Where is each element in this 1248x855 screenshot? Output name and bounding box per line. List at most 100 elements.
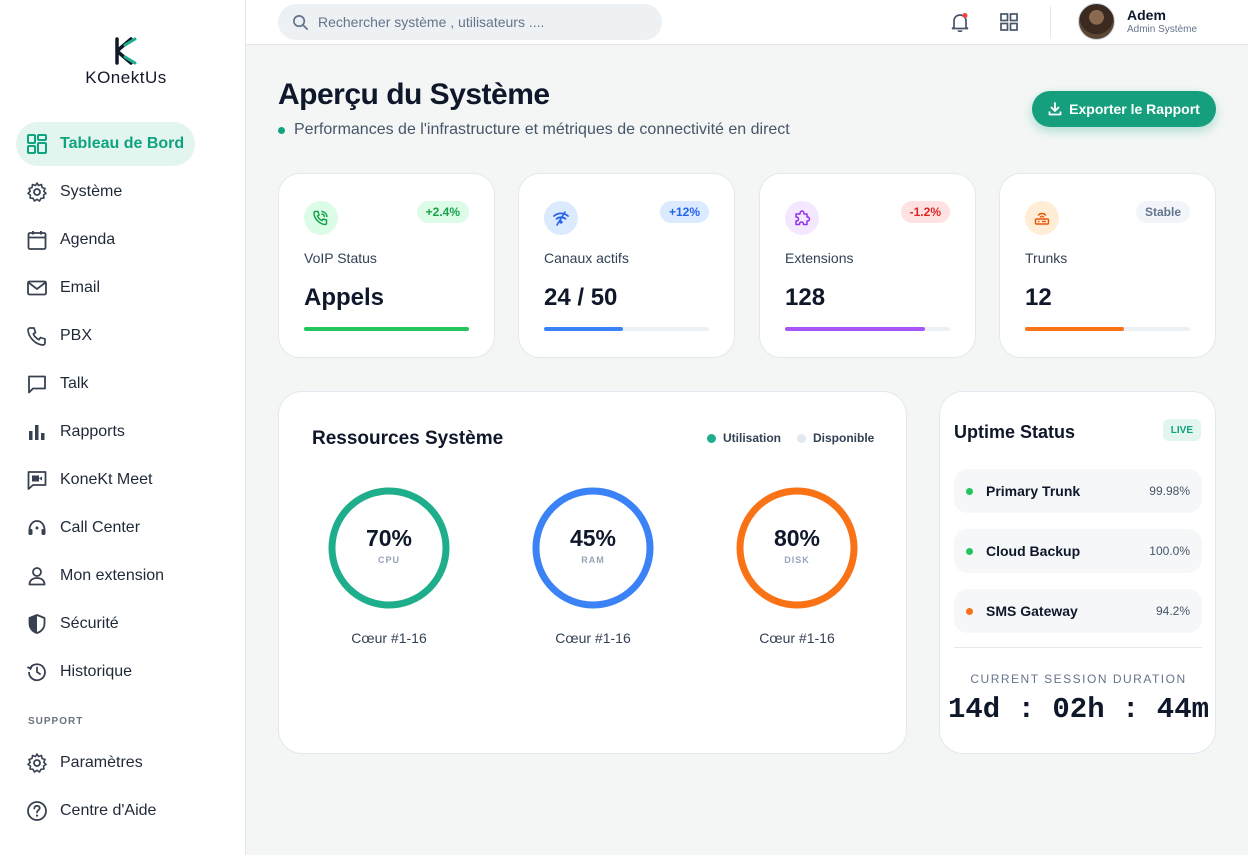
- disk-gauge: 80% DISK: [734, 485, 860, 611]
- avatar[interactable]: [1078, 3, 1115, 40]
- gauge-label: CPU: [377, 555, 400, 565]
- sidebar-item-securite[interactable]: Sécurité: [16, 602, 119, 646]
- sidebar-item-call-center[interactable]: Call Center: [16, 506, 140, 550]
- download-icon: [1048, 102, 1062, 116]
- gauge-value: 45%: [569, 525, 617, 551]
- ram-gauge: 45% RAM: [530, 485, 656, 611]
- sidebar-item-label: KoneKt Meet: [60, 471, 153, 488]
- stat-progress-fill: [304, 327, 469, 331]
- gauge-caption: Cœur #1-16: [351, 630, 427, 646]
- uptime-service-name: SMS Gateway: [986, 603, 1078, 619]
- uptime-percent: 94.2%: [1155, 604, 1190, 618]
- gear-icon: [26, 181, 48, 203]
- sidebar-item-label: Paramètres: [60, 754, 143, 771]
- stat-progress-fill: [1025, 327, 1124, 331]
- export-report-label: Exporter le Rapport: [1069, 101, 1200, 117]
- legend-dot-used: [707, 433, 716, 443]
- session-duration-label: CURRENT SESSION DURATION: [970, 672, 1187, 686]
- sidebar-item-parametres[interactable]: Paramètres: [16, 741, 143, 785]
- sidebar: KOnektUs Tableau de Bord Système Agenda …: [0, 0, 246, 855]
- status-dot: [966, 607, 973, 615]
- uptime-service-name: Primary Trunk: [986, 483, 1081, 499]
- search-icon: [293, 14, 308, 30]
- sidebar-item-agenda[interactable]: Agenda: [16, 218, 115, 262]
- puzzle-icon: [785, 201, 819, 235]
- uptime-row[interactable]: Cloud Backup 100.0%: [954, 529, 1202, 573]
- sidebar-item-historique[interactable]: Historique: [16, 650, 132, 694]
- stat-label: VoIP Status: [304, 250, 377, 266]
- bar-chart-icon: [26, 421, 48, 443]
- sidebar-item-mon-extension[interactable]: Mon extension: [16, 554, 164, 598]
- stat-card-canaux[interactable]: +12% Canaux actifs 24 / 50: [518, 173, 735, 358]
- logo-icon: [115, 37, 137, 65]
- system-resources-card: Ressources Système Utilisation Disponibl…: [278, 391, 907, 754]
- stat-progress-track: [785, 327, 950, 331]
- stat-progress-fill: [544, 327, 624, 331]
- stat-card-voip[interactable]: +2.4% VoIP Status Appels: [278, 173, 495, 358]
- page-subtitle-text: Performances de l'infrastructure et métr…: [294, 121, 790, 138]
- sidebar-item-label: Email: [60, 279, 101, 296]
- dashboard-icon: [26, 133, 48, 155]
- sidebar-item-centre-aide[interactable]: Centre d'Aide: [16, 789, 156, 833]
- sidebar-item-pbx[interactable]: PBX: [16, 314, 92, 358]
- uptime-service-name: Cloud Backup: [986, 543, 1081, 559]
- stat-card-trunks[interactable]: Stable Trunks 12: [999, 173, 1216, 358]
- sidebar-item-label: Mon extension: [60, 567, 165, 584]
- legend-free-label: Disponible: [813, 431, 875, 445]
- export-report-button[interactable]: Exporter le Rapport: [1032, 91, 1216, 127]
- history-icon: [26, 661, 48, 683]
- gauge-label: DISK: [784, 555, 810, 565]
- stat-progress-track: [544, 327, 709, 331]
- shield-icon: [26, 613, 48, 635]
- status-dot: [966, 547, 973, 555]
- sidebar-item-label: PBX: [60, 327, 93, 344]
- sidebar-item-konekt-meet[interactable]: KoneKt Meet: [16, 458, 153, 502]
- stat-progress-track: [304, 327, 469, 331]
- sidebar-item-label: Centre d'Aide: [60, 802, 157, 819]
- uptime-row[interactable]: Primary Trunk 99.98%: [954, 469, 1202, 513]
- legend-used: Utilisation: [707, 431, 781, 445]
- sidebar-item-tableau-de-bord[interactable]: Tableau de Bord: [16, 122, 195, 166]
- stat-progress-fill: [785, 327, 926, 331]
- user-role: Admin Système: [1127, 24, 1198, 35]
- gear-icon: [26, 752, 48, 774]
- sidebar-item-label: Rapports: [60, 423, 125, 440]
- live-badge: LIVE: [1162, 419, 1201, 441]
- brand-logo[interactable]: KOnektUs: [80, 36, 172, 88]
- sidebar-item-systeme[interactable]: Système: [16, 170, 122, 214]
- legend-dot-free: [797, 433, 806, 443]
- sidebar-item-label: Système: [60, 183, 123, 200]
- stat-progress-track: [1025, 327, 1190, 331]
- gauge-caption: Cœur #1-16: [555, 630, 631, 646]
- stat-value: 128: [785, 284, 826, 311]
- status-dot: [966, 487, 973, 495]
- stat-badge: +2.4%: [416, 201, 469, 223]
- cpu-gauge: 70% CPU: [326, 485, 452, 611]
- sidebar-item-email[interactable]: Email: [16, 266, 100, 310]
- resources-title: Ressources Système: [312, 428, 504, 449]
- sidebar-item-talk[interactable]: Talk: [16, 362, 88, 406]
- legend-free: Disponible: [797, 431, 874, 445]
- stat-badge: +12%: [659, 201, 709, 223]
- mail-icon: [26, 277, 48, 299]
- user-name: Adem: [1127, 7, 1166, 23]
- video-chat-icon: [26, 469, 48, 491]
- router-icon: [1025, 201, 1059, 235]
- gauge-value: 70%: [365, 525, 413, 551]
- uptime-row[interactable]: SMS Gateway 94.2%: [954, 589, 1202, 633]
- headset-icon: [26, 517, 48, 539]
- stat-label: Extensions: [785, 250, 854, 266]
- stat-badge: Stable: [1135, 201, 1190, 223]
- sidebar-item-rapports[interactable]: Rapports: [16, 410, 125, 454]
- page-title: Aperçu du Système: [278, 78, 550, 111]
- stat-label: Canaux actifs: [544, 250, 629, 266]
- search-bar[interactable]: [278, 4, 662, 40]
- sidebar-item-label: Talk: [60, 375, 89, 392]
- bell-icon[interactable]: [949, 11, 971, 33]
- uptime-status-card: Uptime Status LIVE Primary Trunk 99.98% …: [939, 391, 1216, 754]
- stat-card-extensions[interactable]: -1.2% Extensions 128: [759, 173, 976, 358]
- session-duration-value: 14d : 02h : 44m: [947, 693, 1210, 726]
- apps-grid-icon[interactable]: [998, 11, 1020, 33]
- stat-label: Trunks: [1025, 250, 1068, 266]
- search-input[interactable]: [318, 14, 638, 30]
